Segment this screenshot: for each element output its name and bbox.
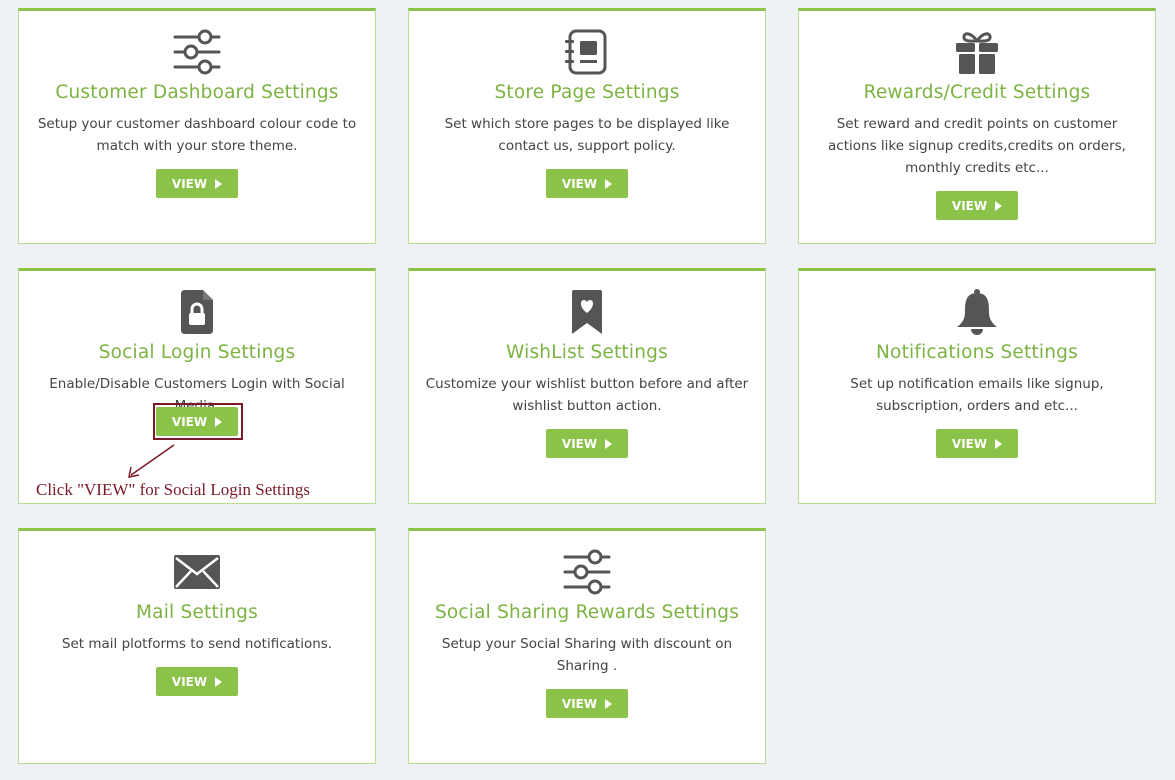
card-description: Set reward and credit points on customer… xyxy=(828,116,1126,176)
card-description: Set which store pages to be displayed li… xyxy=(444,116,730,154)
view-button-label: VIEW xyxy=(951,198,988,213)
card-title: WishList Settings xyxy=(506,342,668,363)
card-description: Set mail plotforms to send notifications… xyxy=(61,636,333,652)
settings-grid: Customer Dashboard Settings Setup your c… xyxy=(0,0,1175,780)
view-button-rewards-credit[interactable]: VIEW xyxy=(936,191,1018,220)
card-title: Mail Settings xyxy=(136,602,258,623)
card-description: Customize your wishlist button before an… xyxy=(425,376,749,414)
card-social-sharing-rewards: Social Sharing Rewards Settings Setup yo… xyxy=(408,528,766,764)
card-title: Social Login Settings xyxy=(98,342,296,363)
card-description: Setup your Social Sharing with discount … xyxy=(441,636,733,674)
sliders-icon xyxy=(173,28,221,76)
card-title: Customer Dashboard Settings xyxy=(55,82,339,103)
card-mail: Mail Settings Set mail plotforms to send… xyxy=(18,528,376,764)
highlight-box xyxy=(153,403,243,440)
play-icon xyxy=(605,698,613,709)
play-icon xyxy=(605,438,613,449)
card-title: Rewards/Credit Settings xyxy=(863,82,1091,103)
view-button-wishlist[interactable]: VIEW xyxy=(546,429,628,458)
card-title: Store Page Settings xyxy=(494,82,680,103)
bell-icon xyxy=(953,288,1001,336)
gift-icon xyxy=(953,28,1001,76)
view-button-notifications[interactable]: VIEW xyxy=(936,429,1018,458)
view-button-store-page[interactable]: VIEW xyxy=(546,169,628,198)
view-button-label: VIEW xyxy=(561,696,598,711)
card-title: Notifications Settings xyxy=(876,342,1078,363)
envelope-icon xyxy=(173,548,221,596)
play-icon xyxy=(215,676,223,687)
annotation-text: Click "VIEW" for Social Login Settings xyxy=(36,480,311,499)
view-button-label: VIEW xyxy=(171,674,208,689)
card-social-login: Social Login Settings Enable/Disable Cus… xyxy=(18,268,376,504)
card-title: Social Sharing Rewards Settings xyxy=(434,602,740,623)
card-description: Set up notification emails like signup, … xyxy=(850,376,1104,414)
play-icon xyxy=(215,178,223,189)
view-button-social-sharing-rewards[interactable]: VIEW xyxy=(546,689,628,718)
card-store-page: Store Page Settings Set which store page… xyxy=(408,8,766,244)
card-rewards-credit: Rewards/Credit Settings Set reward and c… xyxy=(798,8,1156,244)
play-icon xyxy=(995,438,1003,449)
card-notifications: Notifications Settings Set up notificati… xyxy=(798,268,1156,504)
view-button-label: VIEW xyxy=(951,436,988,451)
view-button-mail[interactable]: VIEW xyxy=(156,667,238,696)
card-customer-dashboard: Customer Dashboard Settings Setup your c… xyxy=(18,8,376,244)
play-icon xyxy=(995,200,1003,211)
view-button-label: VIEW xyxy=(171,176,208,191)
view-button-label: VIEW xyxy=(561,436,598,451)
view-button-customer-dashboard[interactable]: VIEW xyxy=(156,169,238,198)
view-button-label: VIEW xyxy=(561,176,598,191)
file-lock-icon xyxy=(173,288,221,336)
card-wishlist: WishList Settings Customize your wishlis… xyxy=(408,268,766,504)
play-icon xyxy=(605,178,613,189)
notebook-icon xyxy=(563,28,611,76)
card-description: Setup your customer dashboard colour cod… xyxy=(37,116,357,154)
bookmark-heart-icon xyxy=(563,288,611,336)
arrow-icon xyxy=(128,444,175,478)
sliders-icon xyxy=(563,548,611,596)
